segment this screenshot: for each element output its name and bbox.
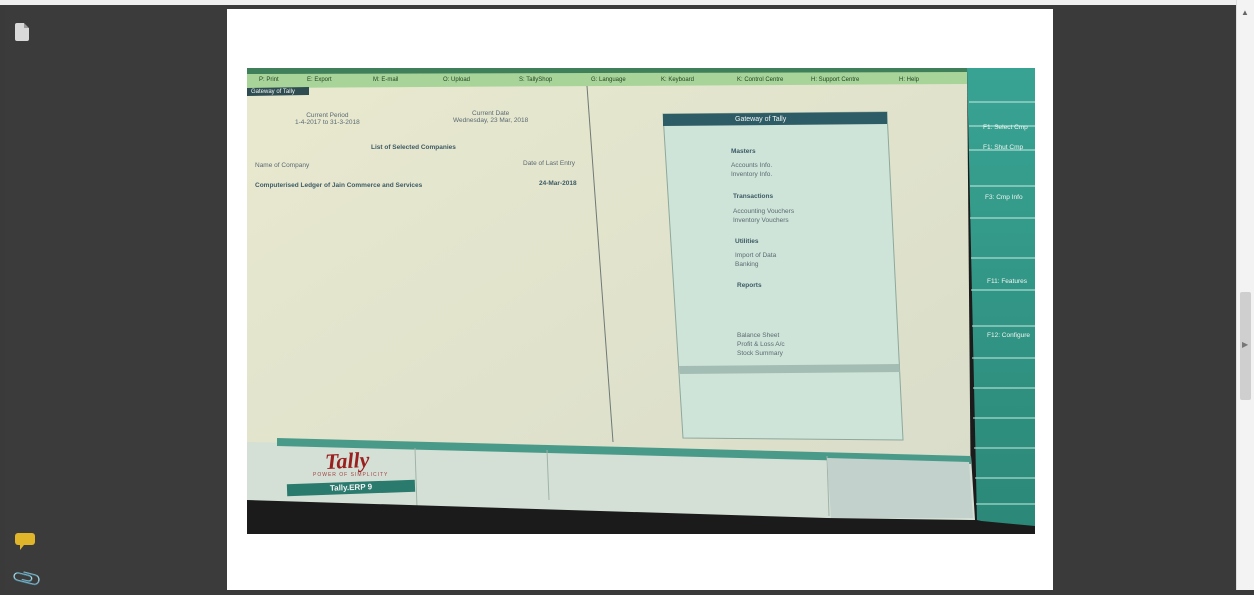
gateway-transactions-heading: Transactions: [733, 193, 774, 200]
gateway-item[interactable]: Profit & Loss A/c: [737, 341, 785, 348]
gateway-item[interactable]: Banking: [735, 261, 759, 268]
gateway-item[interactable]: Import of Data: [735, 252, 776, 259]
sidebar-item-cmp-info[interactable]: F3: Cmp Info: [985, 194, 1023, 201]
gateway-item[interactable]: Accounts Info.: [731, 162, 772, 169]
sidebar-item-configure[interactable]: F12: Configure: [987, 332, 1030, 339]
tally-logo: Tally: [324, 446, 371, 475]
gateway-title: Gateway of Tally: [735, 116, 787, 123]
scroll-indicator-icon: ▶: [1242, 340, 1249, 349]
navigation-sidebar: 📎: [5, 5, 227, 595]
gateway-utilities-heading: Utilities: [735, 238, 759, 245]
page-thumbnails-icon[interactable]: [15, 23, 29, 41]
gateway-item[interactable]: Stock Summary: [737, 350, 783, 357]
tally-tagline: POWER OF SIMPLICITY: [313, 472, 389, 478]
screen-photo: P: Print E: Export M: E-mail O: Upload S…: [247, 68, 1035, 534]
vertical-scrollbar[interactable]: ▲ ▶: [1236, 0, 1254, 590]
gateway-reports-heading: Reports: [737, 282, 762, 289]
gateway-masters-heading: Masters: [731, 148, 756, 155]
gateway-item[interactable]: Balance Sheet: [737, 332, 779, 339]
scroll-up-arrow-icon[interactable]: ▲: [1241, 8, 1249, 17]
gateway-item[interactable]: Accounting Vouchers: [733, 208, 794, 215]
sidebar-item-shut-cmp[interactable]: F1: Shut Cmp: [983, 144, 1023, 151]
sidebar-item-select-cmp[interactable]: F1: Select Cmp: [983, 124, 1028, 131]
viewer-background: [1053, 5, 1236, 590]
sidebar-item-features[interactable]: F11: Features: [987, 278, 1027, 285]
gateway-item[interactable]: Inventory Vouchers: [733, 217, 789, 224]
gateway-item[interactable]: Inventory Info.: [731, 171, 772, 178]
comment-icon[interactable]: [15, 533, 35, 550]
